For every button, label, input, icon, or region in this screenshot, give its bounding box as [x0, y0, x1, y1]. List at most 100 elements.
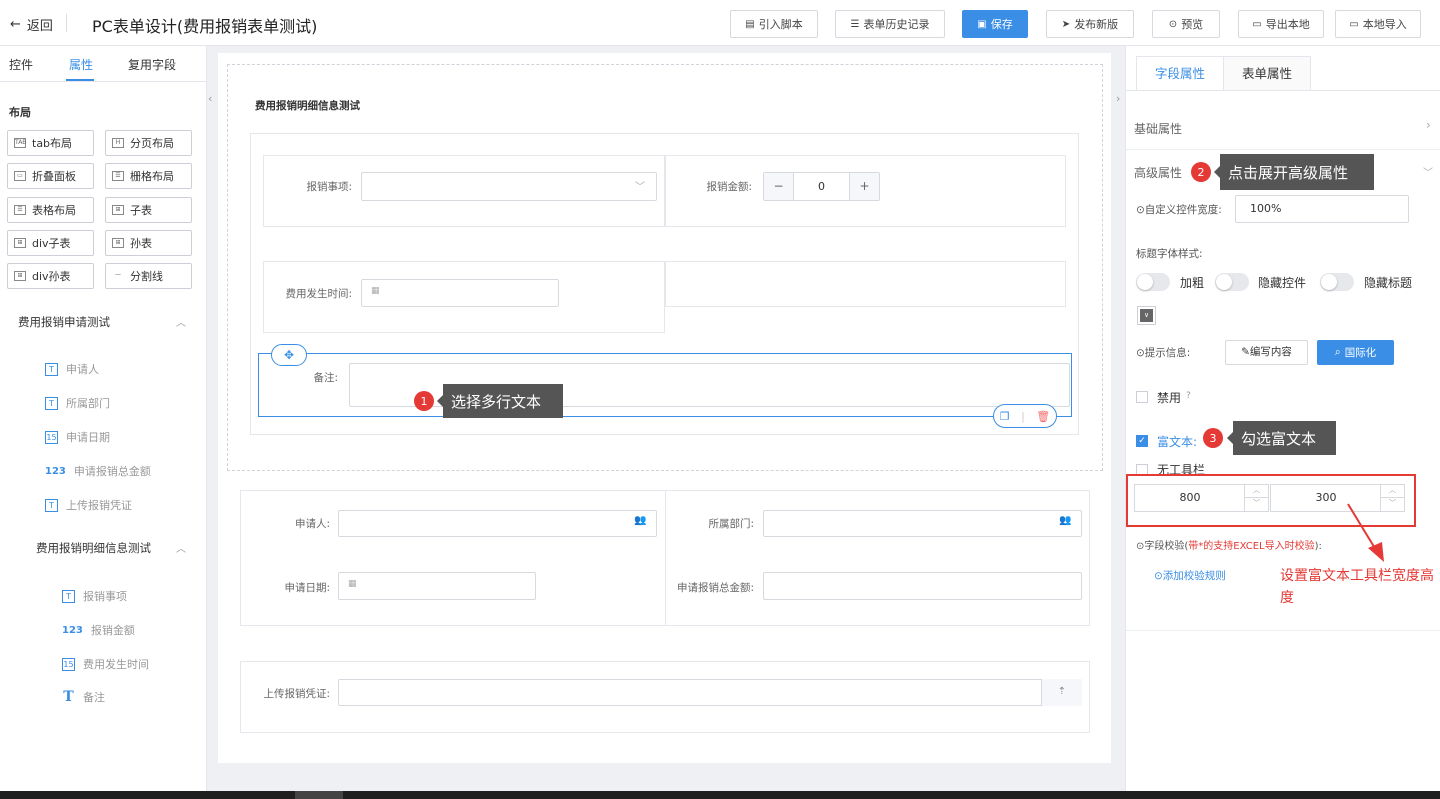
layout-subtable-button[interactable]: ⊞ 子表 — [105, 197, 192, 223]
apply-date-input[interactable] — [338, 572, 536, 600]
bold-label: 加粗 — [1180, 276, 1205, 290]
tab-form-props[interactable]: 表单属性 — [1223, 56, 1311, 91]
chevron-down-icon: ∨ — [1140, 309, 1153, 322]
table-icon: ☰ — [14, 205, 26, 215]
publish-button[interactable]: ➤ 发布新版 — [1046, 10, 1134, 38]
tab-field-props[interactable]: 字段属性 — [1136, 56, 1224, 91]
edit-content-button[interactable]: ✎编写内容 — [1225, 340, 1308, 365]
tab-icon: TAB — [14, 138, 27, 148]
label-apply-date: 申请日期: — [284, 582, 330, 594]
annotation-3: 勾选富文本 — [1227, 421, 1336, 455]
label-amount: 报销金额: — [706, 181, 752, 193]
amount-value[interactable]: 0 — [794, 173, 849, 200]
folder-icon: ▭ — [1252, 18, 1262, 30]
chevron-up-icon[interactable]: ︿ — [176, 314, 186, 329]
select-item[interactable] — [361, 172, 657, 201]
disabled-checkbox[interactable] — [1136, 391, 1148, 403]
back-arrow-icon: ← — [10, 17, 21, 32]
import-button[interactable]: ▭ 本地导入 — [1335, 10, 1421, 38]
upload-input[interactable] — [338, 679, 1082, 706]
calendar-icon: 15 — [62, 657, 75, 671]
label-remark: 备注: — [313, 372, 338, 384]
annotation-note: 设置富文本工具栏宽度高度 — [1280, 568, 1434, 606]
calendar-icon: ▦ — [371, 286, 380, 296]
field-total[interactable]: 123 申请报销总金额 — [45, 463, 151, 479]
collapse-icon: ▭ — [14, 171, 26, 181]
add-rule-link[interactable]: ⊙添加校验规则 — [1154, 568, 1226, 583]
group-detail-title[interactable]: 费用报销明细信息测试 — [36, 540, 151, 556]
field-remark[interactable]: T 备注 — [62, 689, 105, 705]
preview-button[interactable]: ⊙ 预览 — [1152, 10, 1220, 38]
field-amount[interactable]: 123 报销金额 — [62, 622, 135, 638]
move-icon[interactable]: ✥ — [271, 344, 307, 366]
separator: | — [1021, 409, 1025, 423]
layout-divider-button[interactable]: — 分割线 — [105, 263, 192, 289]
annotation-badge-1: 1 — [414, 391, 434, 411]
field-applicant[interactable]: T 申请人 — [45, 361, 99, 377]
section-title: 费用报销明细信息测试 — [255, 100, 360, 112]
layout-div-grandtable-button[interactable]: ⊞ div孙表 — [7, 263, 94, 289]
search-icon: ⌕ — [1334, 346, 1341, 358]
collapse-left-icon[interactable]: ‹ — [208, 92, 212, 105]
applicant-input[interactable] — [338, 510, 657, 537]
hide-control-toggle[interactable] — [1215, 273, 1249, 291]
chevron-right-icon[interactable]: › — [1426, 118, 1431, 132]
date-input[interactable] — [361, 279, 559, 307]
layout-table-button[interactable]: ☰ 表格布局 — [7, 197, 94, 223]
field-item[interactable]: T 报销事项 — [62, 588, 127, 604]
delete-icon[interactable]: 🗑 — [1036, 410, 1050, 423]
hint-label: ⊙提示信息: — [1136, 347, 1191, 359]
user-icon[interactable]: 👥 — [1059, 515, 1071, 526]
validate-label: ⊙字段校验(带*的支持EXCEL导入时校验): — [1136, 541, 1322, 552]
custom-width-input[interactable]: 100% — [1235, 195, 1409, 223]
basic-props-toggle[interactable]: 基础属性 — [1134, 120, 1182, 137]
form-history-button[interactable]: ☰ 表单历史记录 — [835, 10, 945, 38]
plus-button[interactable]: + — [849, 173, 879, 200]
bold-toggle[interactable] — [1136, 273, 1170, 291]
back-button[interactable]: ← 返回 — [10, 15, 53, 34]
table-icon: ⊞ — [14, 238, 26, 248]
minus-button[interactable]: − — [764, 173, 794, 200]
hide-title-toggle[interactable] — [1320, 273, 1354, 291]
rich-text-checkbox[interactable]: ✓ — [1136, 435, 1148, 447]
total-input[interactable] — [763, 572, 1082, 600]
field-dept[interactable]: T 所属部门 — [45, 395, 110, 411]
layout-grandtable-button[interactable]: ⊞ 孙表 — [105, 230, 192, 256]
field-apply-date[interactable]: 15 申请日期 — [45, 429, 110, 445]
page-title: PC表单设计(费用报销表单测试) — [92, 17, 318, 36]
group-apply-title[interactable]: 费用报销申请测试 — [18, 314, 110, 330]
chevron-down-icon[interactable]: ﹀ — [1423, 164, 1433, 179]
advanced-props-toggle[interactable]: 高级属性 — [1134, 164, 1182, 181]
color-picker[interactable]: ∨ — [1137, 306, 1156, 325]
save-button[interactable]: ▣ 保存 — [962, 10, 1028, 38]
import-script-button[interactable]: ▤ 引入脚本 — [730, 10, 818, 38]
layout-div-subtable-button[interactable]: ⊞ div子表 — [7, 230, 94, 256]
copy-icon[interactable]: ❐ — [1000, 410, 1010, 423]
help-icon[interactable]: ? — [1186, 391, 1191, 401]
tab-reuse-fields[interactable]: 复用字段 — [128, 56, 176, 73]
chevron-up-icon[interactable]: ︿ — [176, 540, 186, 555]
table-icon: ⊞ — [112, 238, 124, 248]
amount-stepper[interactable]: − 0 + — [763, 172, 880, 201]
intl-button[interactable]: ⌕ 国际化 — [1317, 340, 1394, 365]
tab-controls[interactable]: 控件 — [9, 56, 33, 73]
layout-page-button[interactable]: H 分页布局 — [105, 130, 192, 156]
table-icon: ⊞ — [14, 271, 26, 281]
layout-tab-button[interactable]: TAB tab布局 — [7, 130, 94, 156]
annotation-badge-3: 3 — [1203, 428, 1223, 448]
field-upload[interactable]: T 上传报销凭证 — [45, 497, 132, 513]
layout-collapse-button[interactable]: ▭ 折叠面板 — [7, 163, 94, 189]
export-button[interactable]: ▭ 导出本地 — [1238, 10, 1324, 38]
field-time[interactable]: 15 费用发生时间 — [62, 656, 149, 672]
taskbar-item[interactable] — [295, 791, 343, 799]
text-icon: T — [45, 362, 58, 376]
label-applicant: 申请人: — [294, 518, 330, 530]
user-icon[interactable]: 👥 — [634, 515, 646, 526]
upload-icon[interactable]: ⇡ — [1041, 679, 1082, 706]
layout-grid-button[interactable]: ☰ 栅格布局 — [105, 163, 192, 189]
tab-properties[interactable]: 属性 — [69, 56, 93, 73]
collapse-right-icon[interactable]: › — [1116, 92, 1120, 105]
divider — [665, 490, 666, 626]
dept-input[interactable] — [763, 510, 1082, 537]
cell-empty — [665, 261, 1066, 307]
